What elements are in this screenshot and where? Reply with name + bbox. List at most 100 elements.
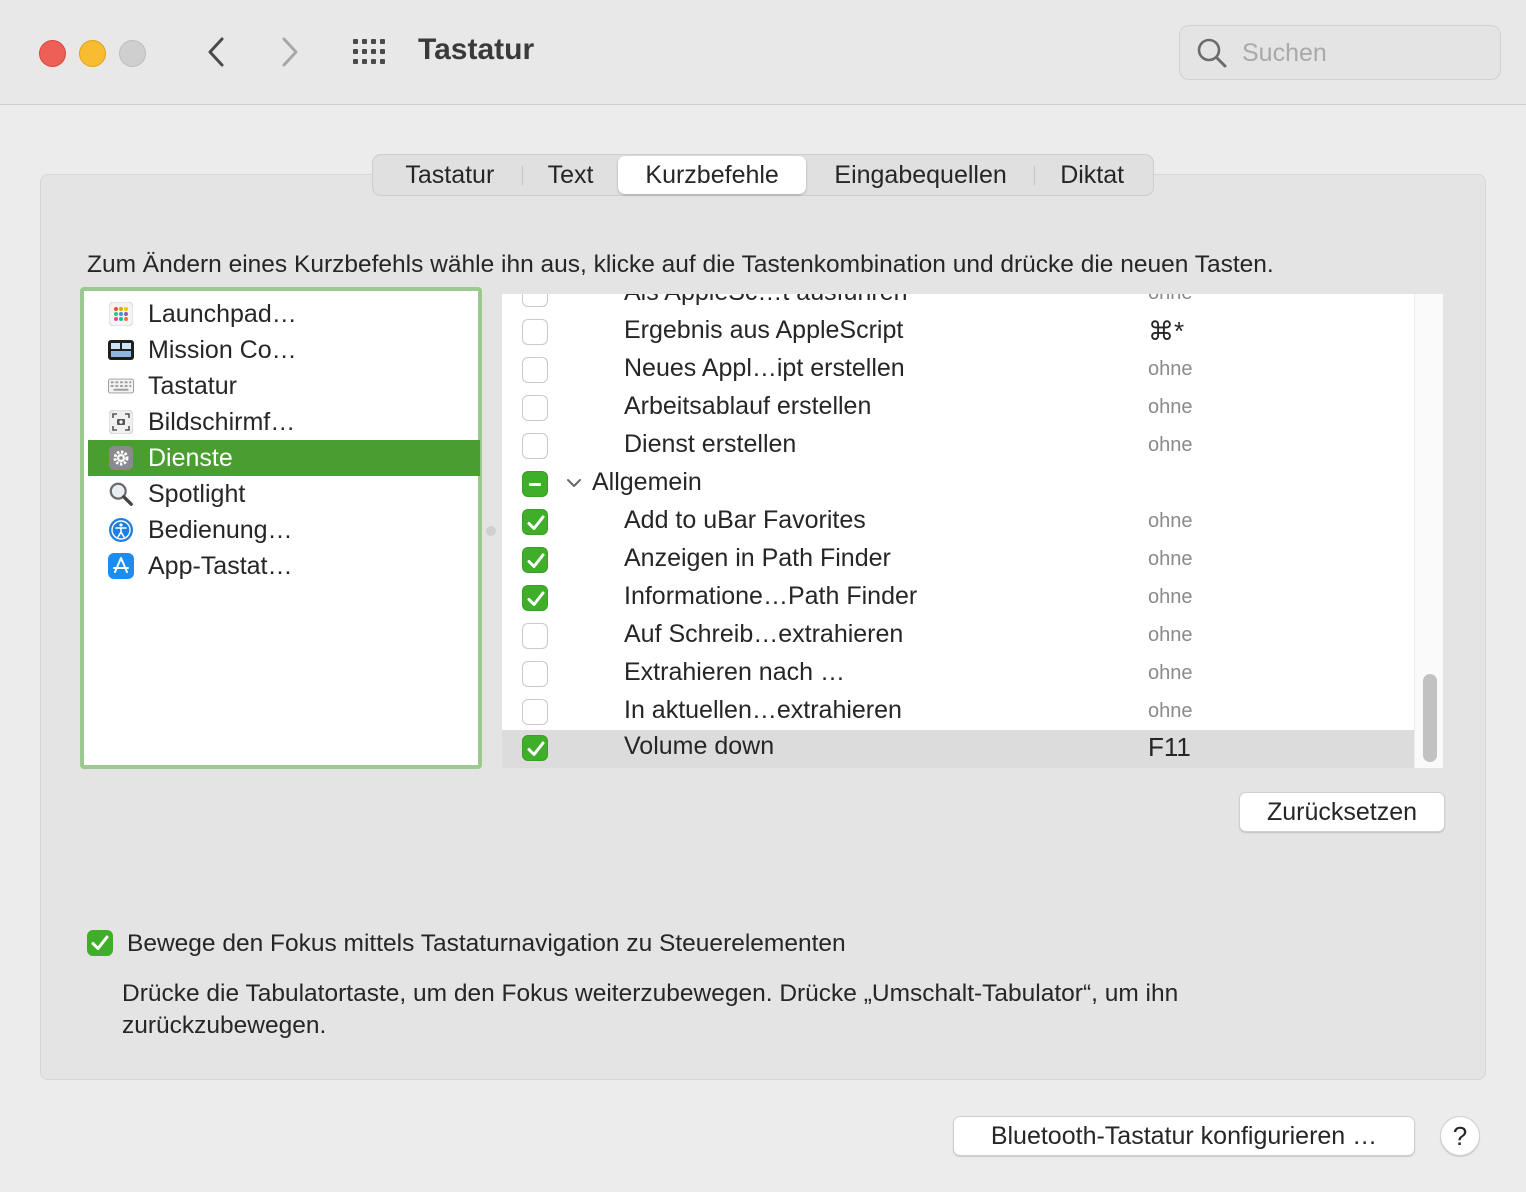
- shortcut-checkbox[interactable]: [522, 735, 548, 761]
- spotlight-icon: [108, 481, 134, 507]
- category-item-bedienungshilfen[interactable]: Bedienung…: [88, 512, 480, 548]
- shortcut-row[interactable]: Dienst erstellen ohne: [502, 428, 1416, 466]
- keyboard-icon: [108, 373, 134, 399]
- category-item-spotlight[interactable]: Spotlight: [88, 476, 480, 512]
- group-checkbox-mixed[interactable]: [522, 471, 548, 497]
- shortcut-label: Add to uBar Favorites: [624, 506, 866, 534]
- bluetooth-keyboard-setup-button[interactable]: Bluetooth-Tastatur konfigurieren …: [953, 1116, 1415, 1156]
- tab-tastatur[interactable]: Tastatur: [377, 156, 523, 194]
- tab-eingabequellen[interactable]: Eingabequellen: [806, 156, 1036, 194]
- checkmark-icon: [527, 591, 545, 606]
- shortcut-checkbox[interactable]: [522, 433, 548, 459]
- scrollbar-thumb[interactable]: [1423, 674, 1437, 762]
- category-item-tastatur[interactable]: Tastatur: [88, 368, 480, 404]
- show-all-grid-button[interactable]: [350, 36, 390, 68]
- shortcut-row[interactable]: Add to uBar Favorites ohne: [502, 504, 1416, 542]
- shortcut-label: Dienst erstellen: [624, 430, 797, 458]
- shortcut-list[interactable]: Als AppleSc…t ausführen ohne Ergebnis au…: [502, 294, 1442, 768]
- category-item-mission-control[interactable]: Mission Co…: [88, 332, 480, 368]
- shortcut-label: Arbeitsablauf erstellen: [624, 392, 872, 420]
- focus-navigation-checkbox[interactable]: [87, 930, 113, 956]
- shortcut-checkbox[interactable]: [522, 699, 548, 725]
- gear-icon: [108, 445, 134, 471]
- category-label: Bildschirmf…: [148, 407, 296, 436]
- shortcut-label: Neues Appl…ipt erstellen: [624, 354, 905, 382]
- shortcut-label: Volume down: [624, 732, 775, 760]
- shortcut-checkbox[interactable]: [522, 661, 548, 687]
- shortcut-key[interactable]: ohne: [1148, 510, 1193, 533]
- shortcut-key[interactable]: ⌘*: [1148, 316, 1184, 347]
- shortcut-row-selected[interactable]: Volume down F11: [502, 730, 1416, 768]
- category-label: Tastatur: [148, 371, 237, 400]
- shortcut-key[interactable]: ohne: [1148, 662, 1193, 685]
- checkmark-icon: [527, 515, 545, 530]
- shortcut-checkbox[interactable]: [522, 357, 548, 383]
- split-view-handle[interactable]: [486, 526, 496, 536]
- shortcut-key[interactable]: ohne: [1148, 294, 1193, 305]
- checkmark-icon: [527, 553, 545, 568]
- shortcut-row[interactable]: Anzeigen in Path Finder ohne: [502, 542, 1416, 580]
- category-item-launchpad[interactable]: Launchpad…: [88, 296, 480, 332]
- category-item-dienste[interactable]: Dienste: [88, 440, 480, 476]
- shortcut-checkbox[interactable]: [522, 395, 548, 421]
- category-item-bildschirmfoto[interactable]: Bildschirmf…: [88, 404, 480, 440]
- app-store-icon: [108, 553, 134, 579]
- shortcut-row[interactable]: Als AppleSc…t ausführen ohne: [502, 294, 1416, 314]
- shortcut-row[interactable]: Extrahieren nach … ohne: [502, 656, 1416, 694]
- close-window-button[interactable]: [39, 40, 66, 67]
- zoom-window-button[interactable]: [119, 40, 146, 67]
- accessibility-icon: [108, 517, 134, 543]
- chevron-right-icon: [282, 37, 298, 67]
- checkmark-icon: [527, 741, 545, 756]
- shortcut-row[interactable]: Auf Schreib…extrahieren ohne: [502, 618, 1416, 656]
- shortcut-row[interactable]: Arbeitsablauf erstellen ohne: [502, 390, 1416, 428]
- shortcut-key[interactable]: ohne: [1148, 358, 1193, 381]
- shortcut-checkbox[interactable]: [522, 509, 548, 535]
- shortcut-group-row[interactable]: Allgemein: [502, 466, 1416, 504]
- shortcut-checkbox[interactable]: [522, 294, 548, 307]
- shortcut-checkbox[interactable]: [522, 585, 548, 611]
- category-list[interactable]: Launchpad… Mission Co… Tastatur Bildschi…: [80, 287, 482, 769]
- shortcut-checkbox[interactable]: [522, 623, 548, 649]
- shortcut-row[interactable]: Neues Appl…ipt erstellen ohne: [502, 352, 1416, 390]
- shortcut-key[interactable]: ohne: [1148, 548, 1193, 571]
- title-bar: Tastatur: [0, 0, 1526, 105]
- search-field[interactable]: [1179, 25, 1501, 80]
- chevron-left-icon: [208, 37, 224, 67]
- category-label: Launchpad…: [148, 299, 297, 328]
- shortcut-checkbox[interactable]: [522, 547, 548, 573]
- mission-control-icon: [108, 337, 134, 363]
- shortcut-label: In aktuellen…extrahieren: [624, 696, 902, 724]
- shortcut-row[interactable]: Ergebnis aus AppleScript ⌘*: [502, 314, 1416, 352]
- shortcut-key[interactable]: ohne: [1148, 624, 1193, 647]
- shortcut-label: Auf Schreib…extrahieren: [624, 620, 904, 648]
- minimize-window-button[interactable]: [79, 40, 106, 67]
- forward-button[interactable]: [270, 30, 310, 74]
- category-item-app-tastaturkurzbefehle[interactable]: App-Tastat…: [88, 548, 480, 584]
- reset-button[interactable]: Zurücksetzen: [1239, 792, 1445, 832]
- shortcut-key[interactable]: F11: [1148, 732, 1191, 763]
- tab-kurzbefehle[interactable]: Kurzbefehle: [618, 156, 806, 194]
- shortcut-key[interactable]: ohne: [1148, 434, 1193, 457]
- instruction-text: Zum Ändern eines Kurzbefehls wähle ihn a…: [87, 251, 1274, 278]
- tab-text[interactable]: Text: [523, 156, 619, 194]
- chevron-down-icon[interactable]: [566, 477, 582, 489]
- tab-diktat[interactable]: Diktat: [1035, 156, 1149, 194]
- shortcut-list-scrollbar[interactable]: [1414, 294, 1443, 768]
- shortcut-key[interactable]: ohne: [1148, 586, 1193, 609]
- shortcut-key[interactable]: ohne: [1148, 396, 1193, 419]
- back-button[interactable]: [196, 30, 236, 74]
- help-button[interactable]: ?: [1440, 1116, 1480, 1156]
- shortcut-label: Anzeigen in Path Finder: [624, 544, 891, 572]
- shortcut-checkbox[interactable]: [522, 319, 548, 345]
- focus-navigation-label[interactable]: Bewege den Fokus mittels Tastaturnavigat…: [127, 930, 846, 958]
- group-label: Allgemein: [592, 468, 702, 496]
- category-label: Spotlight: [148, 479, 246, 508]
- shortcut-row[interactable]: In aktuellen…extrahieren ohne: [502, 694, 1416, 732]
- category-label: Mission Co…: [148, 335, 297, 364]
- shortcut-row[interactable]: Informatione…Path Finder ohne: [502, 580, 1416, 618]
- search-input[interactable]: [1240, 36, 1484, 70]
- launchpad-icon: [108, 301, 134, 327]
- search-icon: [1197, 38, 1227, 68]
- shortcut-key[interactable]: ohne: [1148, 700, 1193, 723]
